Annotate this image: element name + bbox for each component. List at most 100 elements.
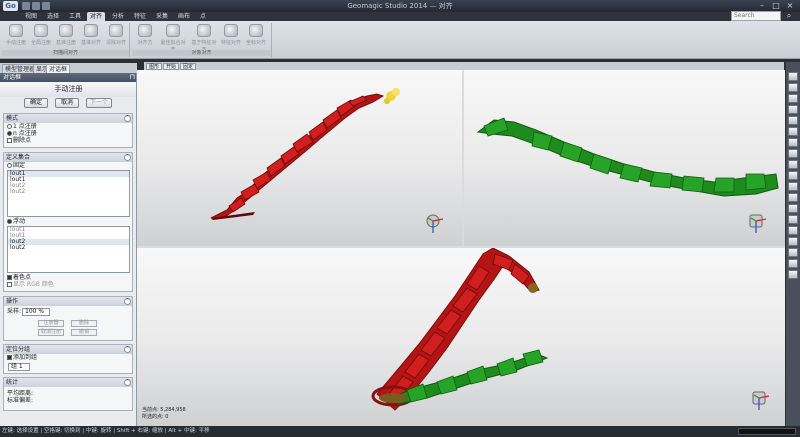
tab-analysis[interactable]: 分析	[109, 12, 127, 21]
view-iso-icon[interactable]	[788, 138, 798, 147]
select-icon[interactable]	[788, 193, 798, 202]
lasso-icon[interactable]	[788, 204, 798, 213]
best-fit-align-button[interactable]: 最佳拟合对齐	[159, 24, 187, 53]
operation-header[interactable]: 操作 ^	[4, 297, 132, 306]
tab-tools[interactable]: 工具	[66, 12, 84, 21]
option-label: 显示 RGB 颜色	[13, 281, 54, 288]
radio-button[interactable]	[7, 219, 12, 224]
grouping-section: 定位分组 ^ 添加到组 组 1	[3, 344, 133, 374]
register-button[interactable]: 注册器	[38, 320, 64, 327]
radio-button[interactable]	[7, 131, 12, 136]
checkbox[interactable]	[7, 282, 12, 287]
mode-section-header[interactable]: 模式 ^	[4, 114, 132, 123]
mode-option-one-point[interactable]: 1 点注册	[4, 123, 132, 130]
color-points-checkbox-row[interactable]: 着色点	[4, 274, 132, 281]
search-input[interactable]: Search	[731, 11, 781, 21]
pan-icon[interactable]	[788, 182, 798, 191]
tab-dialog[interactable]: 对话框	[46, 64, 71, 73]
picked-point-highlight[interactable]	[384, 88, 400, 104]
view-left-icon[interactable]	[788, 116, 798, 125]
feature-based-align-button[interactable]: 基于特征对齐	[190, 24, 218, 53]
collapse-icon[interactable]: ^	[124, 379, 131, 386]
3d-viewport[interactable]: 当前点: 5,284,958 所选的点: 0	[137, 70, 785, 426]
coordinate-align-button[interactable]: 坐标对齐	[245, 24, 267, 49]
manual-register-button[interactable]: 手动注册	[5, 24, 27, 49]
tab-feature[interactable]: 特征	[131, 12, 149, 21]
checkbox[interactable]	[7, 275, 12, 280]
tab-start[interactable]: 开始	[163, 63, 180, 70]
brush-icon[interactable]	[788, 215, 798, 224]
mode-option-delete-points[interactable]: 删除点	[4, 137, 132, 144]
sample-percent-select[interactable]: 100 %	[22, 308, 50, 316]
floating-scan-ribbon[interactable]	[476, 117, 779, 197]
list-item[interactable]: lout2	[8, 189, 129, 195]
tab-align[interactable]: 对齐	[87, 12, 105, 21]
floating-scan-list[interactable]: lout1 lout1 lout2 lout2	[7, 226, 130, 273]
zoom-fit-icon[interactable]	[788, 149, 798, 158]
define-set-header[interactable]: 定义集合 ^	[4, 153, 132, 162]
unregister-button[interactable]: 取消注册	[38, 329, 64, 336]
next-button[interactable]: 下一个	[86, 98, 112, 108]
texture-icon[interactable]	[788, 270, 798, 279]
combined-scan-model[interactable]	[137, 248, 785, 426]
manual-register-icon	[9, 24, 23, 37]
undo-button[interactable]: 撤销	[71, 329, 97, 336]
collapse-icon[interactable]: ^	[124, 346, 131, 353]
cancel-button[interactable]: 取消	[55, 98, 79, 108]
fixed-scan-ribbon[interactable]	[210, 93, 385, 220]
collapse-icon[interactable]: ^	[124, 154, 131, 161]
tab-fixed[interactable]: 固定	[180, 63, 197, 70]
lighting-icon[interactable]	[788, 226, 798, 235]
delete-button[interactable]: 删除	[71, 320, 97, 327]
floating-option[interactable]: 浮动	[4, 218, 132, 225]
tab-canvas[interactable]: 画布	[175, 12, 193, 21]
floating-scan-view[interactable]	[464, 70, 785, 246]
collapse-icon[interactable]: ^	[124, 298, 131, 305]
feature-align-button[interactable]: 特征对齐	[220, 24, 242, 49]
view-front-icon[interactable]	[788, 72, 798, 81]
fixed-option[interactable]: 固定	[4, 162, 132, 169]
global-register-button[interactable]: 全局注册	[30, 24, 52, 49]
tab-select[interactable]: 选择	[44, 12, 62, 21]
tab-points[interactable]: 点	[197, 12, 209, 21]
stats-header[interactable]: 统计 ^	[4, 378, 132, 387]
fixed-scan-model[interactable]	[137, 70, 462, 246]
clear-align-button[interactable]: 清除对齐	[105, 24, 127, 49]
color-icon[interactable]	[788, 259, 798, 268]
bounding-box-icon[interactable]	[788, 248, 798, 257]
tab-graphics[interactable]: 图形	[146, 63, 163, 70]
list-item[interactable]: lout2	[8, 245, 129, 251]
group-select[interactable]: 组 1	[8, 363, 30, 371]
close-icon[interactable]: ×	[784, 1, 796, 10]
tab-capture[interactable]: 采集	[153, 12, 171, 21]
pin-icon[interactable]: ⊓	[130, 73, 135, 82]
view-bottom-icon[interactable]	[788, 105, 798, 114]
mode-option-n-point[interactable]: n 点注册	[4, 130, 132, 137]
ok-button[interactable]: 确定	[24, 98, 48, 108]
rgb-color-checkbox-row[interactable]: 显示 RGB 颜色	[4, 281, 132, 288]
radio-button[interactable]	[7, 124, 12, 129]
zoom-window-icon[interactable]	[788, 160, 798, 169]
checkbox[interactable]	[7, 355, 12, 360]
collapse-icon[interactable]: ^	[124, 115, 131, 122]
shading-icon[interactable]	[788, 237, 798, 246]
fixed-scan-list[interactable]: lout1 lout1 lout2 lout2	[7, 170, 130, 217]
add-group-checkbox-row[interactable]: 添加到组	[4, 354, 132, 361]
datum-register-button[interactable]: 基准注册	[55, 24, 77, 49]
datum-align-button[interactable]: 基准对齐	[80, 24, 102, 49]
floating-scan-model[interactable]	[464, 70, 785, 246]
grouping-header[interactable]: 定位分组 ^	[4, 345, 132, 354]
fixed-scan-view[interactable]	[137, 70, 462, 246]
minimize-icon[interactable]: –	[756, 1, 768, 10]
search-icon[interactable]: ⌕	[783, 11, 795, 21]
view-back-icon[interactable]	[788, 83, 798, 92]
maximize-icon[interactable]: □	[770, 1, 782, 10]
view-top-icon[interactable]	[788, 94, 798, 103]
radio-button[interactable]	[7, 163, 12, 168]
align-to-button[interactable]: 对齐方	[134, 24, 156, 49]
view-right-icon[interactable]	[788, 127, 798, 136]
combined-view[interactable]: 当前点: 5,284,958 所选的点: 0	[137, 248, 785, 426]
checkbox[interactable]	[7, 138, 12, 143]
rotate-icon[interactable]	[788, 171, 798, 180]
tab-view[interactable]: 视图	[22, 12, 40, 21]
